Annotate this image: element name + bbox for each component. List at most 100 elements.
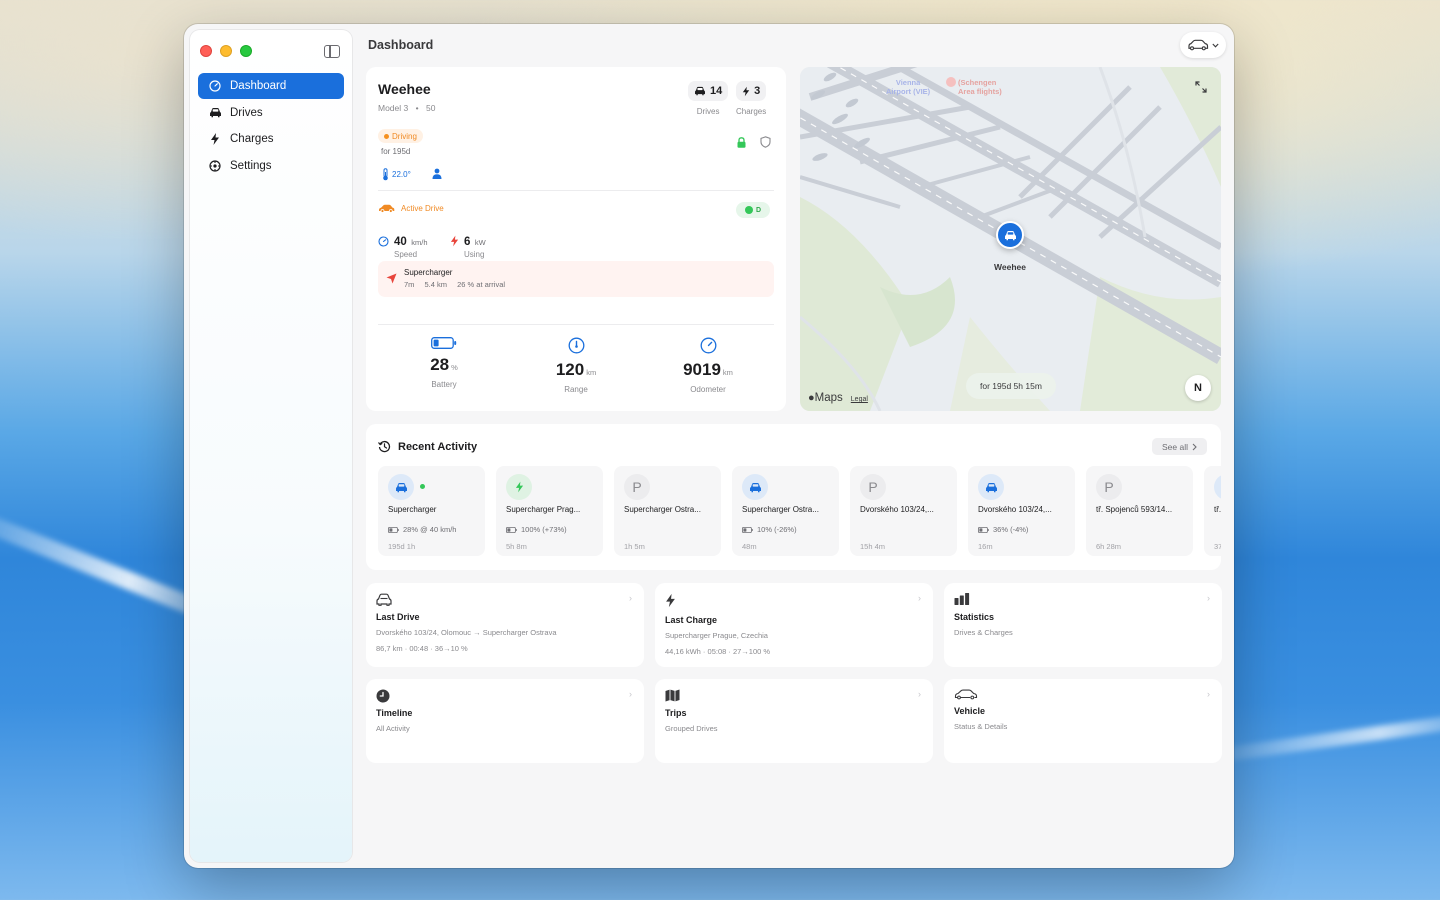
- maps-logo: ●Maps: [808, 392, 843, 404]
- zoom-button[interactable]: [240, 45, 252, 57]
- person-icon: [432, 168, 442, 179]
- temperature-value: 22.0°: [392, 170, 411, 179]
- maps-legal-link[interactable]: Legal: [851, 396, 868, 403]
- activity-tile[interactable]: Dvorského 103/24,... 36% (-4%) 16m: [968, 466, 1075, 556]
- map-label-line: Vienna: [895, 78, 921, 87]
- activity-time: 1h 5m: [624, 542, 645, 551]
- car-icon: [1221, 482, 1222, 493]
- close-button[interactable]: [200, 45, 212, 57]
- range-caption: Range: [564, 385, 588, 394]
- vehicle-subtitle: Model 3 • 50: [378, 103, 436, 113]
- chevron-down-icon: [1212, 43, 1219, 48]
- chevron-right-icon: ›: [1207, 593, 1210, 603]
- navigation-arrow-icon: [386, 273, 397, 284]
- status-duration: for 195d: [381, 147, 411, 156]
- activity-tile[interactable]: Supercharger 28% @ 40 km/h 195d 1h: [378, 466, 485, 556]
- navigation-route[interactable]: Supercharger 7m 5.4 km 26 % at arrival: [378, 261, 774, 297]
- battery-caption: Battery: [431, 380, 457, 389]
- route-eta: 7m: [404, 280, 415, 289]
- fuel-gauge-icon: [568, 337, 584, 354]
- live-indicator: [420, 484, 425, 489]
- route-arrival-soc: 26 % at arrival: [457, 280, 506, 289]
- speed-value: 40: [394, 236, 407, 248]
- card-detail: Drives & Charges: [954, 628, 1013, 637]
- bar-chart-icon: [954, 593, 970, 605]
- battery-icon: [742, 526, 753, 533]
- recent-activity-card: Recent Activity See all Supercharger 28% …: [366, 424, 1221, 570]
- see-all-button[interactable]: See all: [1152, 438, 1207, 455]
- activity-tile[interactable]: Supercharger Prag... 100% (+73%) 5h 8m: [496, 466, 603, 556]
- vehicle-map[interactable]: Vienna Airport (VIE) (Schengen Area flig…: [800, 67, 1221, 411]
- speed-unit: km/h: [411, 238, 428, 247]
- range-stat: 120 km Range: [526, 337, 626, 394]
- apple-logo-icon: ●: [808, 392, 815, 404]
- car-icon: [1004, 230, 1016, 240]
- sidebar-item-label: Settings: [230, 159, 272, 172]
- card-detail: Dvorského 103/24, Olomouc → Supercharger…: [376, 628, 557, 637]
- history-icon: [378, 440, 391, 453]
- sidebar-nav: Dashboard Drives Charges Settings: [198, 73, 344, 179]
- last-charge-card[interactable]: › Last Charge Supercharger Prague, Czech…: [655, 583, 933, 667]
- vehicle-map-pin[interactable]: [996, 221, 1024, 249]
- drives-count-pill[interactable]: 14 Drives: [688, 81, 729, 116]
- map-icon: [665, 689, 680, 702]
- activity-tile[interactable]: tř. 37: [1204, 466, 1221, 556]
- card-title: Trips: [665, 708, 687, 718]
- sidebar-item-settings[interactable]: Settings: [198, 153, 344, 179]
- vehicle-version: 50: [425, 103, 436, 113]
- activity-time: 48m: [742, 542, 757, 551]
- activity-title: Dvorského 103/24,...: [978, 505, 1052, 514]
- statistics-card[interactable]: › Statistics Drives & Charges: [944, 583, 1222, 667]
- card-detail: Supercharger Prague, Czechia: [665, 631, 768, 640]
- expand-icon[interactable]: [1195, 81, 1207, 93]
- activity-time: 5h 8m: [506, 542, 527, 551]
- compass-button[interactable]: N: [1185, 375, 1211, 401]
- activity-tile[interactable]: Supercharger Ostra... 10% (-26%) 48m: [732, 466, 839, 556]
- window-controls: [200, 45, 252, 57]
- charges-count-pill[interactable]: 3 Charges: [736, 81, 766, 116]
- divider: [378, 324, 774, 325]
- activity-title: tř. Spojenců 593/14...: [1096, 505, 1173, 514]
- map-label-line: Airport (VIE): [886, 87, 931, 96]
- timeline-card[interactable]: › Timeline All Activity: [366, 679, 644, 763]
- trips-card[interactable]: › Trips Grouped Drives: [655, 679, 933, 763]
- vehicle-card[interactable]: › Vehicle Status & Details: [944, 679, 1222, 763]
- activity-stat: 28% @ 40 km/h: [388, 525, 456, 534]
- range-value: 120: [555, 360, 585, 379]
- activity-tile[interactable]: P Dvorského 103/24,... 15h 4m: [850, 466, 957, 556]
- odometer-stat: 9019 km Odometer: [658, 337, 758, 394]
- last-drive-card[interactable]: › Last Drive Dvorského 103/24, Olomouc →…: [366, 583, 644, 667]
- card-detail: 44,16 kWh · 05:08 · 27→100 %: [665, 647, 771, 656]
- maps-brand-text: Maps: [814, 392, 843, 404]
- gear-icon: [208, 159, 222, 173]
- minimize-button[interactable]: [220, 45, 232, 57]
- bolt-icon: [208, 132, 222, 146]
- speed-metric: 40 km/h Speed: [378, 232, 428, 259]
- parking-icon: P: [1104, 479, 1114, 495]
- wallpaper-streak: [1200, 709, 1440, 765]
- parking-icon: P: [868, 479, 878, 495]
- speed-caption: Speed: [394, 250, 418, 259]
- sidebar-item-dashboard[interactable]: Dashboard: [198, 73, 344, 99]
- sidebar-item-label: Drives: [230, 106, 263, 119]
- status-badge: Driving: [378, 129, 423, 143]
- map-pin-label: Weehee: [994, 262, 1026, 272]
- battery-value: 28: [430, 355, 450, 374]
- car-icon: [985, 482, 997, 492]
- card-detail: All Activity: [376, 724, 410, 733]
- battery-icon: [978, 526, 989, 533]
- sidebar-item-charges[interactable]: Charges: [198, 126, 344, 152]
- activity-tile[interactable]: Ptř. Spojenců 593/14... 6h 28m: [1086, 466, 1193, 556]
- activity-title: Supercharger: [388, 505, 437, 514]
- sidebar-item-drives[interactable]: Drives: [198, 100, 344, 126]
- activity-tile[interactable]: P Supercharger Ostra... 1h 5m: [614, 466, 721, 556]
- activity-stat: 36% (-4%): [978, 525, 1028, 534]
- battery-icon: [506, 526, 517, 533]
- card-detail: Status & Details: [954, 722, 1008, 731]
- activity-time: 16m: [978, 542, 993, 551]
- activity-time: 15h 4m: [860, 542, 886, 551]
- vehicle-selector[interactable]: [1180, 32, 1226, 58]
- activity-drive-icon: [388, 474, 414, 500]
- sidebar-toggle-icon[interactable]: [324, 45, 340, 58]
- app-window: Dashboard Drives Charges Settings Dashbo…: [184, 24, 1234, 868]
